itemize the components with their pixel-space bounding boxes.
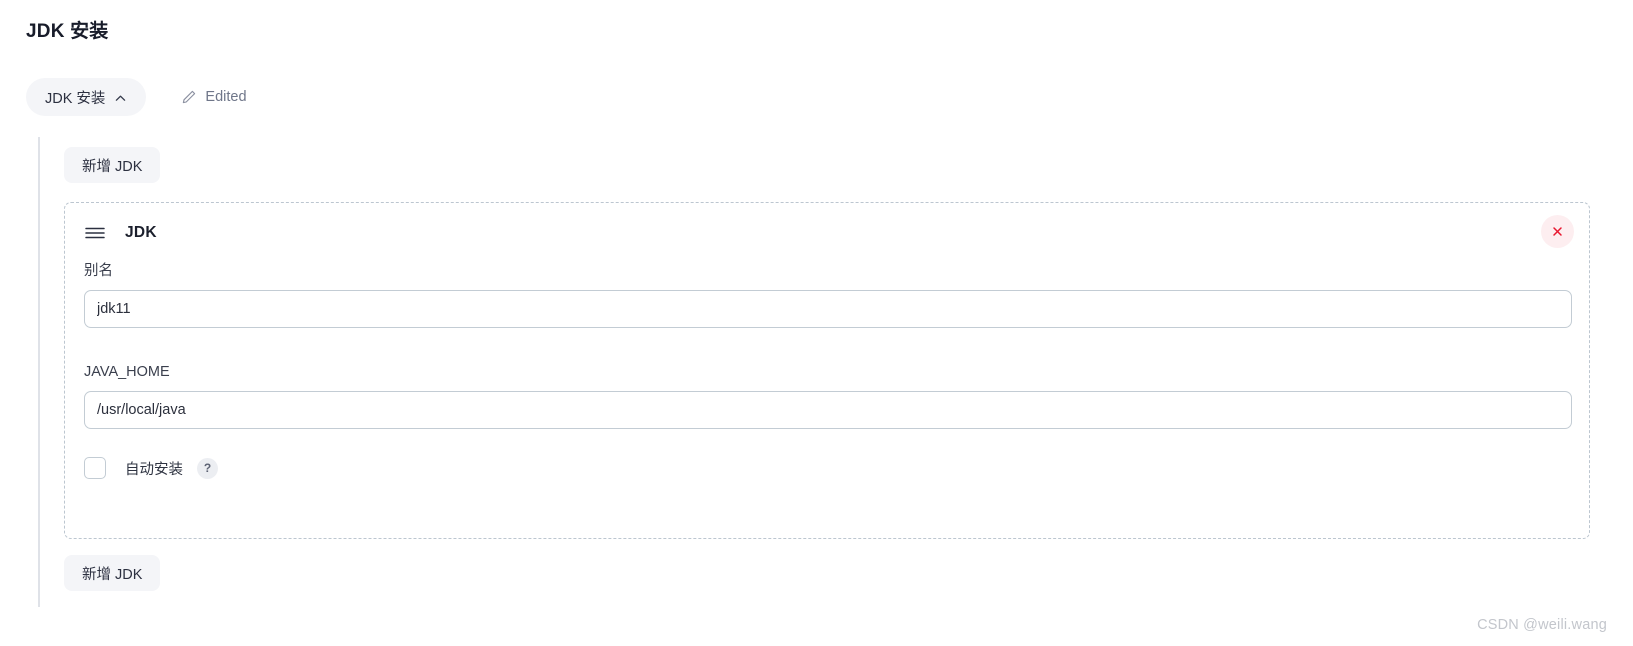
field-java-home: JAVA_HOME xyxy=(84,362,1572,429)
auto-install-row: 自动安装 ? xyxy=(84,455,218,481)
section-body: 新增 JDK JDK 别名 JAVA_HOME xyxy=(38,137,1613,607)
section-pill-label: JDK 安装 xyxy=(45,90,106,107)
section-collapse-toggle[interactable]: JDK 安装 xyxy=(26,78,147,116)
watermark: CSDN @weili.wang xyxy=(1477,617,1607,633)
field-java-home-label: JAVA_HOME xyxy=(84,364,170,380)
field-alias-label: 别名 xyxy=(84,263,113,279)
jdk-card-title: JDK xyxy=(125,224,157,241)
page-title: JDK 安装 xyxy=(26,21,109,42)
java-home-input[interactable] xyxy=(84,391,1572,429)
section-header: JDK 安装 Edited xyxy=(26,78,247,116)
add-jdk-button-bottom[interactable]: 新增 JDK xyxy=(64,555,161,591)
auto-install-label: 自动安装 xyxy=(125,461,183,478)
help-question-icon[interactable]: ? xyxy=(197,457,218,479)
jdk-card-header: JDK xyxy=(84,220,157,246)
alias-input[interactable] xyxy=(84,290,1572,328)
remove-jdk-button[interactable] xyxy=(1541,215,1574,248)
jdk-item-card: JDK 别名 JAVA_HOME 自动安装 ? xyxy=(64,202,1590,539)
close-x-icon xyxy=(1551,225,1564,238)
hamburger-drag-handle-icon[interactable] xyxy=(84,225,106,241)
auto-install-checkbox[interactable] xyxy=(84,457,106,479)
chevron-up-icon xyxy=(114,92,127,105)
edited-label: Edited xyxy=(205,89,247,105)
add-jdk-button-top[interactable]: 新增 JDK xyxy=(64,147,161,183)
edited-status: Edited xyxy=(181,89,247,105)
pencil-icon xyxy=(181,89,197,105)
field-alias: 别名 xyxy=(84,261,1572,328)
